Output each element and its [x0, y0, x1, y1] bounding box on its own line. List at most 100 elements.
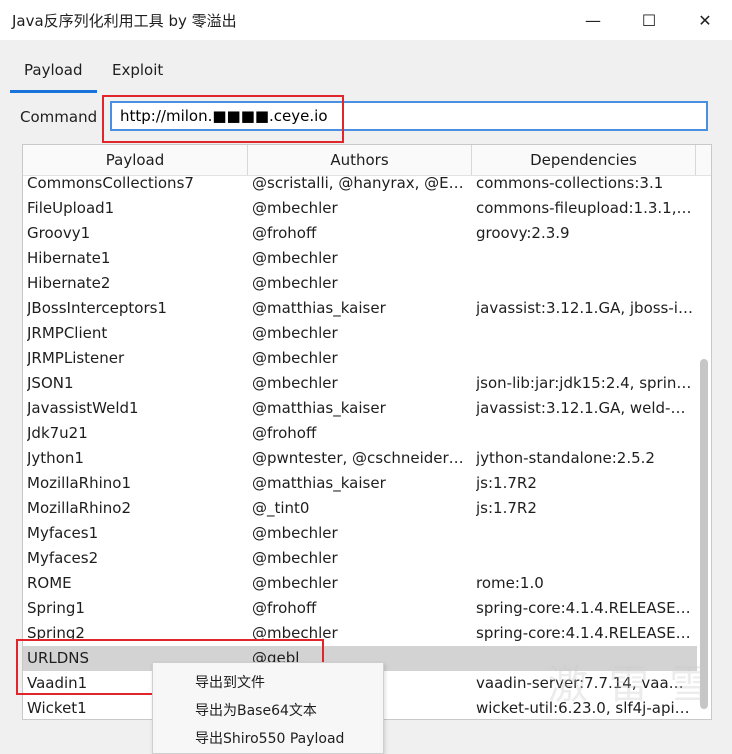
cell-authors: @pwntester, @cschneider4…: [252, 449, 468, 467]
table-row[interactable]: Jython1 @pwntester, @cschneider4… jython-s…: [23, 446, 697, 471]
command-input[interactable]: [110, 101, 708, 131]
cell-payload: CommonsCollections7: [27, 176, 194, 192]
table-row[interactable]: Spring2 @mbechler spring-core:4.1.4.RELEAS…: [23, 621, 697, 646]
close-icon: ✕: [698, 10, 712, 30]
cell-payload: Myfaces1: [27, 524, 99, 542]
cell-payload: FileUpload1: [27, 199, 115, 217]
cell-payload: JavassistWeld1: [27, 399, 139, 417]
menu-item-export-base64[interactable]: 导出为Base64文本: [195, 699, 317, 724]
cell-authors: @mbechler: [252, 349, 338, 367]
title-bar: Java反序列化利用工具 by 零溢出 — ☐ ✕: [0, 0, 732, 40]
cell-dependencies: rome:1.0: [476, 574, 544, 592]
cell-dependencies: [476, 321, 693, 346]
maximize-icon: ☐: [641, 10, 657, 30]
table-row[interactable]: FileUpload1 @mbechler commons-fileupload:1…: [23, 196, 697, 221]
cell-authors: @_tint0: [252, 499, 310, 517]
window-title: Java反序列化利用工具 by 零溢出: [12, 12, 237, 30]
cell-dependencies: [476, 346, 693, 371]
column-header-payload[interactable]: Payload: [23, 145, 248, 175]
cell-authors: @mbechler: [252, 549, 338, 567]
table-row[interactable]: MozillaRhino1 @matthias_kaiser js:1.7R2: [23, 471, 697, 496]
cell-dependencies: [476, 421, 693, 446]
cell-payload: Spring1: [27, 599, 85, 617]
cell-authors: @mbechler: [252, 374, 338, 392]
cell-authors: @mbechler: [252, 524, 338, 542]
cell-dependencies: groovy:2.3.9: [476, 224, 570, 242]
cell-payload: MozillaRhino1: [27, 474, 132, 492]
cell-authors: @matthias_kaiser: [252, 474, 386, 492]
cell-payload: Myfaces2: [27, 549, 99, 567]
cell-authors: @frohoff: [252, 599, 317, 617]
watermark: 激 雷 雪: [548, 662, 714, 708]
table-row[interactable]: Myfaces1 @mbechler: [23, 521, 697, 546]
menu-item-export-file[interactable]: 导出到文件: [195, 671, 265, 696]
cell-dependencies: commons-collections:3.1: [476, 176, 664, 192]
cell-authors: @mbechler: [252, 199, 338, 217]
tab-exploit[interactable]: Exploit: [98, 56, 177, 90]
cell-dependencies: [476, 246, 693, 271]
cell-payload: JSON1: [27, 374, 74, 392]
minimize-button[interactable]: —: [570, 6, 616, 34]
cell-payload: Spring2: [27, 624, 85, 642]
cell-authors: @mbechler: [252, 574, 338, 592]
cell-dependencies: spring-core:4.1.4.RELEASE, s…: [476, 624, 693, 642]
cell-authors: @frohoff: [252, 224, 317, 242]
minimize-icon: —: [585, 10, 601, 30]
cell-dependencies: json-lib:jar:jdk15:2.4, spring-…: [476, 374, 693, 392]
cell-authors: @matthias_kaiser: [252, 399, 386, 417]
cell-payload: Jdk7u21: [27, 424, 88, 442]
cell-payload: JRMPListener: [27, 349, 125, 367]
table-row[interactable]: JBossInterceptors1 @matthias_kaiser javass…: [23, 296, 697, 321]
cell-payload: JBossInterceptors1: [27, 299, 167, 317]
table-row[interactable]: JavassistWeld1 @matthias_kaiser javassist:…: [23, 396, 697, 421]
cell-dependencies: javassist:3.12.1.GA, jboss-int…: [476, 299, 693, 317]
cell-authors: @scristalli, @hanyrax, @Edo…: [252, 176, 468, 192]
cell-payload: MozillaRhino2: [27, 499, 132, 517]
table-row[interactable]: Jdk7u21 @frohoff: [23, 421, 697, 446]
close-button[interactable]: ✕: [682, 6, 728, 34]
table-header: Payload Authors Dependencies: [23, 145, 711, 176]
table-row[interactable]: Groovy1 @frohoff groovy:2.3.9: [23, 221, 697, 246]
menu-item-export-shiro550[interactable]: 导出Shiro550 Payload: [195, 727, 344, 752]
command-label: Command: [20, 108, 98, 126]
table-row[interactable]: Hibernate1 @mbechler: [23, 246, 697, 271]
cell-authors: @frohoff: [252, 424, 317, 442]
cell-authors: @mbechler: [252, 324, 338, 342]
table-row[interactable]: JRMPClient @mbechler: [23, 321, 697, 346]
payload-table: Payload Authors Dependencies CommonsColl…: [22, 144, 712, 720]
cell-dependencies: javassist:3.12.1.GA, weld-co…: [476, 399, 693, 417]
cell-dependencies: jython-standalone:2.5.2: [476, 449, 655, 467]
cell-dependencies: js:1.7R2: [476, 499, 537, 517]
table-body: CommonsCollections7 @scristalli, @hanyrax…: [23, 176, 697, 719]
table-row[interactable]: ROME @mbechler rome:1.0: [23, 571, 697, 596]
tab-payload[interactable]: Payload: [10, 56, 97, 93]
table-row[interactable]: MozillaRhino2 @_tint0 js:1.7R2: [23, 496, 697, 521]
table-row[interactable]: Spring1 @frohoff spring-core:4.1.4.RELEASE…: [23, 596, 697, 621]
cell-payload: ROME: [27, 574, 72, 592]
cell-payload: Jython1: [27, 449, 84, 467]
context-menu: 导出到文件 导出为Base64文本 导出Shiro550 Payload: [152, 662, 384, 754]
column-header-authors[interactable]: Authors: [248, 145, 472, 175]
table-row[interactable]: Myfaces2 @mbechler: [23, 546, 697, 571]
table-row[interactable]: JRMPListener @mbechler: [23, 346, 697, 371]
cell-dependencies: commons-fileupload:1.3.1, c…: [476, 199, 693, 217]
cell-dependencies: spring-core:4.1.4.RELEASE, s…: [476, 599, 693, 617]
table-row[interactable]: CommonsCollections7 @scristalli, @hanyrax…: [23, 176, 697, 196]
vertical-scrollbar[interactable]: [699, 176, 709, 716]
cell-dependencies: [476, 546, 693, 571]
cell-payload: JRMPClient: [27, 324, 108, 342]
cell-authors: @mbechler: [252, 274, 338, 292]
cell-dependencies: js:1.7R2: [476, 474, 537, 492]
cell-payload: Hibernate1: [27, 249, 111, 267]
table-row[interactable]: JSON1 @mbechler json-lib:jar:jdk15:2.4, sp…: [23, 371, 697, 396]
column-header-dependencies[interactable]: Dependencies: [472, 145, 696, 175]
table-row[interactable]: Hibernate2 @mbechler: [23, 271, 697, 296]
cell-payload: Hibernate2: [27, 274, 111, 292]
maximize-button[interactable]: ☐: [626, 6, 672, 34]
cell-dependencies: [476, 521, 693, 546]
cell-authors: @mbechler: [252, 249, 338, 267]
table-rows: CommonsCollections7 @scristalli, @hanyrax…: [23, 176, 697, 719]
cell-authors: @matthias_kaiser: [252, 299, 386, 317]
cell-payload: Groovy1: [27, 224, 91, 242]
cell-dependencies: [476, 271, 693, 296]
